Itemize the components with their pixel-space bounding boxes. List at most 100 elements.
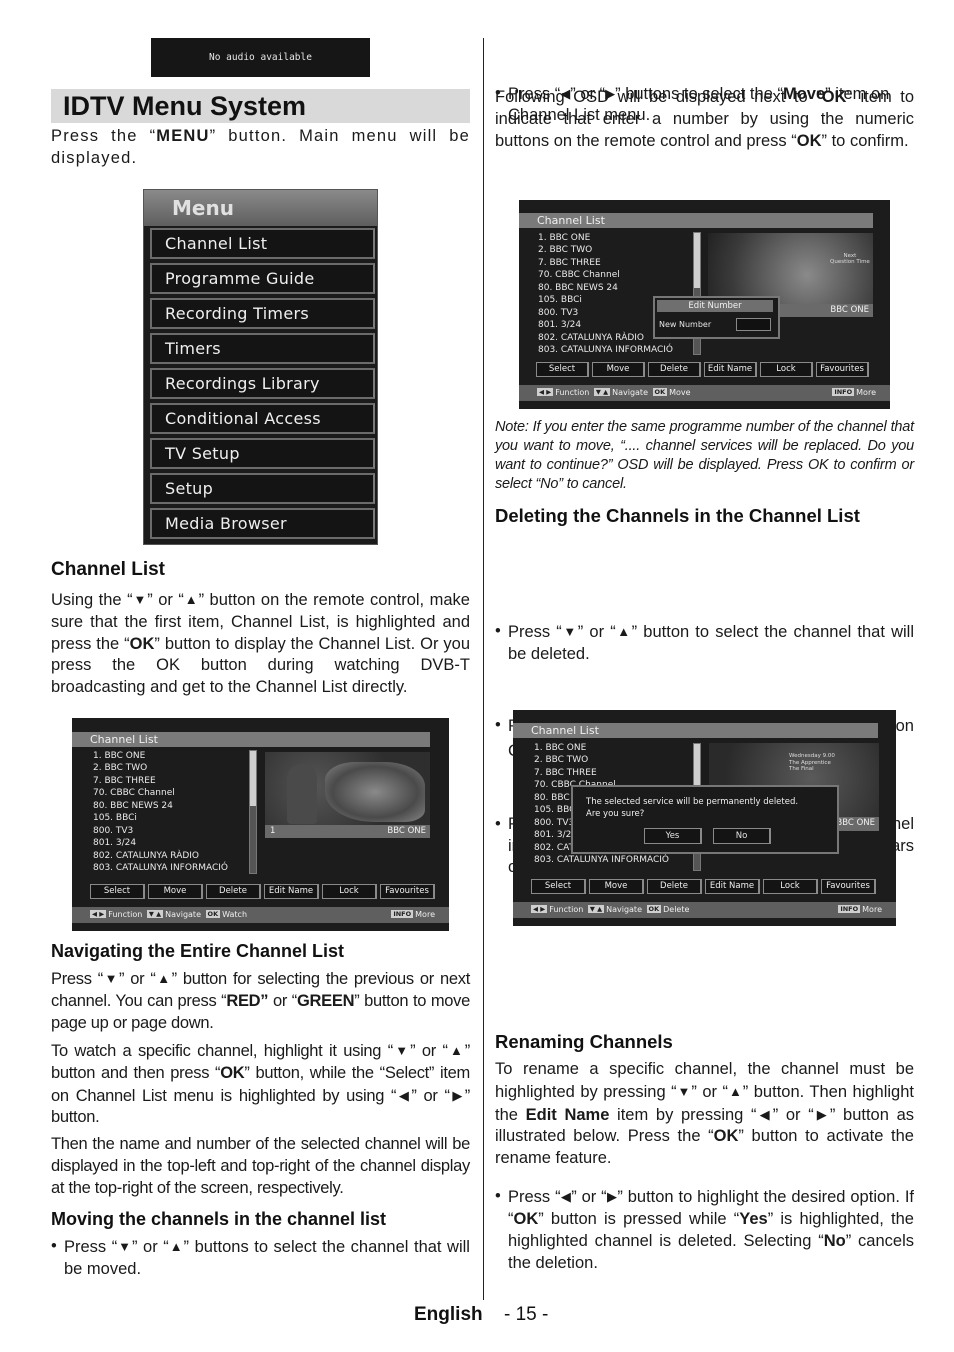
channel-item[interactable]: 2. BBC TWO [538,244,673,256]
scrollbar[interactable] [249,750,257,874]
info-key-icon: INFO [832,388,855,396]
ok-key-icon: OK [652,388,668,396]
new-number-input[interactable] [736,318,771,331]
favourites-button[interactable]: Favourites [380,884,435,899]
channel-item[interactable]: 7. BBC THREE [534,767,669,779]
channel-item[interactable]: 105. BBCi [93,812,228,824]
channel-item[interactable]: 1. BBC ONE [538,232,673,244]
menu-item-tv-setup[interactable]: TV Setup [150,438,375,469]
function-button-row: Select Move Delete Edit Name Lock Favour… [90,884,435,899]
lock-button[interactable]: Lock [322,884,377,899]
left-arrow-icon: ◀ [396,1087,412,1103]
move-button[interactable]: Move [148,884,203,899]
channel-item[interactable]: 803. CATALUNYA INFORMACIÓ [93,862,228,874]
main-menu-osd: Menu Channel List Programme Guide Record… [143,189,378,545]
delete-button[interactable]: Delete [648,362,701,377]
channel-item[interactable]: 803. CATALUNYA INFORMACIÓ [538,344,673,356]
page-title: IDTV Menu System [63,91,307,121]
down-arrow-icon: ▼ [132,592,148,607]
channel-item[interactable]: 2. BBC TWO [534,754,669,766]
edit-name-button[interactable]: Edit Name [705,879,760,894]
down-up-keys-icon: ▼ ▲ [146,910,164,918]
scrollbar-thumb[interactable] [250,751,256,806]
edit-name-button[interactable]: Edit Name [264,884,319,899]
channel-item[interactable]: 70. CBBC Channel [538,269,673,281]
channel-item[interactable]: 7. BBC THREE [93,775,228,787]
delete-confirm-message: The selected service will be permanently… [586,797,799,819]
channel-item[interactable]: 1. BBC ONE [534,742,669,754]
function-button-row: Select Move Delete Edit Name Lock Favour… [536,362,869,377]
yes-button[interactable]: Yes [644,828,702,844]
down-arrow-icon: ▼ [561,624,578,640]
right-arrow-icon: ▶ [813,1106,830,1122]
menu-item-recordings-library[interactable]: Recordings Library [150,368,375,399]
up-arrow-icon: ▲ [183,592,199,607]
right-arrow-icon: ▶ [449,1087,465,1103]
channel-list-heading: Channel List [51,559,166,580]
select-button[interactable]: Select [90,884,145,899]
menu-item-channel-list[interactable]: Channel List [150,228,375,259]
no-audio-text: No audio available [209,52,312,63]
down-arrow-icon: ▼ [102,971,119,986]
menu-item-setup[interactable]: Setup [150,473,375,504]
channel-item[interactable]: 803. CATALUNYA INFORMACIÓ [534,854,669,866]
channel-item[interactable]: 2. BBC TWO [93,762,228,774]
select-button[interactable]: Select [536,362,589,377]
left-right-keys-icon: ◀ ▶ [531,905,548,913]
channel-item[interactable]: 801. 3/24 [93,837,228,849]
delete-button[interactable]: Delete [206,884,261,899]
menu-item-programme-guide[interactable]: Programme Guide [150,263,375,294]
no-button[interactable]: No [713,828,771,844]
delete-button[interactable]: Delete [647,879,702,894]
no-audio-osd: No audio available [151,38,370,77]
favourites-button[interactable]: Favourites [821,879,876,894]
left-arrow-icon: ◀ [560,1189,572,1205]
scrollbar-thumb[interactable] [694,233,700,288]
lock-button[interactable]: Lock [763,879,818,894]
delete-confirm-dialog: The selected service will be permanently… [571,785,839,854]
left-right-keys-icon: ◀ ▶ [90,910,107,918]
lock-button[interactable]: Lock [760,362,813,377]
channel-list-screenshot: Channel List 1. BBC ONE 2. BBC TWO 7. BB… [72,718,449,931]
info-key-icon: INFO [391,910,414,918]
down-arrow-icon: ▼ [392,1043,411,1058]
channel-item[interactable]: 1. BBC ONE [93,750,228,762]
preview-info-bar: 1 BBC ONE [265,825,430,838]
up-arrow-icon: ▲ [155,971,172,986]
main-menu-title: Menu [144,190,377,226]
function-button-row: Select Move Delete Edit Name Lock Favour… [531,879,876,894]
down-up-keys-icon: ▼ ▲ [593,388,611,396]
favourites-button[interactable]: Favourites [816,362,869,377]
select-button[interactable]: Select [531,879,586,894]
down-arrow-icon: ▼ [117,1239,132,1254]
new-number-label: New Number [659,320,712,329]
moving-bullet-1: Press “▼” or “▲” buttons to select the c… [51,1236,470,1281]
menu-item-media-browser[interactable]: Media Browser [150,508,375,539]
channel-item[interactable]: 80. BBC NEWS 24 [538,282,673,294]
presenter-figure [287,764,317,824]
menu-item-recording-timers[interactable]: Recording Timers [150,298,375,329]
channel-item[interactable]: 80. BBC NEWS 24 [93,800,228,812]
preview-caption: Next Question Time [830,253,870,265]
channel-item[interactable]: 70. CBBC Channel [93,787,228,799]
moving-osd-paragraph: Following OSD will be displayed next to … [495,88,914,150]
edit-name-button[interactable]: Edit Name [704,362,757,377]
channel-item[interactable]: 800. TV3 [93,825,228,837]
up-arrow-icon: ▲ [728,1083,743,1099]
channel-item[interactable]: 7. BBC THREE [538,257,673,269]
move-button[interactable]: Move [592,362,645,377]
channel-preview: 1 BBC ONE [265,752,430,838]
up-arrow-icon: ▲ [168,1239,184,1254]
menu-item-timers[interactable]: Timers [150,333,375,364]
channel-list-osd-title: Channel List [513,723,878,738]
channel-item[interactable]: 802. CATALUNYA RÀDIO [93,850,228,862]
edit-number-title: Edit Number [657,300,773,312]
menu-item-conditional-access[interactable]: Conditional Access [150,403,375,434]
preview-caption: Wednesday 9.00 The Apprentice The Final [789,753,835,772]
deleting-heading: Deleting the Channels in the Channel Lis… [495,505,860,526]
move-note: Note: If you enter the same programme nu… [495,419,914,492]
deleting-bullet-4: Press “◀” or “▶” button to highlight the… [495,1186,914,1274]
weather-map [325,762,425,822]
move-button[interactable]: Move [589,879,644,894]
renaming-paragraph: To rename a specific channel, the channe… [495,1060,915,1168]
